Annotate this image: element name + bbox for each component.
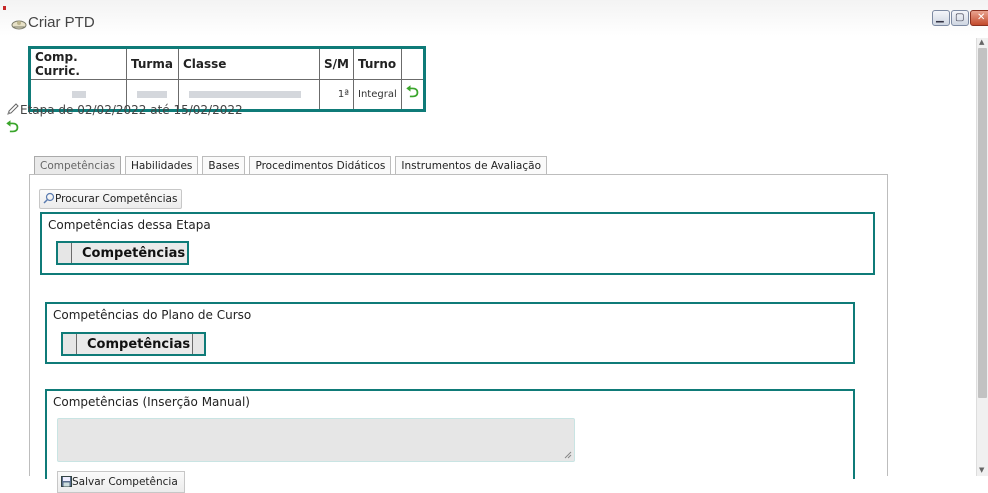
pencil-icon[interactable] <box>6 102 20 116</box>
competencias-header-label: Competências <box>77 334 193 354</box>
column-header: Turma <box>126 47 179 80</box>
minimize-icon[interactable]: ▁ <box>932 10 950 26</box>
tab-instrumentos-de-avaliacao[interactable]: Instrumentos de Avaliação <box>395 156 547 176</box>
column-header: Classe <box>178 47 320 80</box>
save-icon <box>61 476 72 487</box>
undo-icon[interactable]: ⮌ <box>6 116 19 143</box>
competencias-header-label: Competências <box>72 243 188 263</box>
window-marker <box>3 6 6 10</box>
header-checkbox-cell <box>58 243 72 263</box>
save-competencia-button[interactable]: Salvar Competência <box>57 471 185 493</box>
etapa-line: Etapa de 02/02/2022 até 15/02/2022 <box>6 102 243 117</box>
section-label: Competências (Inserção Manual) <box>53 395 250 409</box>
window-title: Criar PTD <box>28 14 95 31</box>
scroll-down-icon[interactable]: ▼ <box>979 466 984 474</box>
header-end-cell <box>192 334 205 354</box>
maximize-icon[interactable]: ▢ <box>951 10 969 26</box>
column-header: S/M <box>319 47 354 80</box>
search-icon <box>43 192 55 204</box>
section-competencias-manual: Competências (Inserção Manual) Salvar Co… <box>45 389 855 493</box>
manual-competencia-textarea[interactable] <box>57 418 575 462</box>
resize-grip-icon[interactable] <box>564 451 572 459</box>
undo-cell[interactable]: ⮌ <box>401 79 425 111</box>
search-competencias-button[interactable]: Procurar Competências <box>39 189 183 209</box>
window-titlebar: Criar PTD ▁ ▢ ✕ <box>0 0 988 36</box>
tab-competencias[interactable]: Competências <box>34 156 121 176</box>
tab-bar: Competências Habilidades Bases Procedime… <box>34 156 551 176</box>
table-header-row: Comp. Curric. Turma Classe S/M Turno <box>29 47 425 80</box>
section-label: Competências dessa Etapa <box>48 218 211 232</box>
window-app-icon <box>11 20 27 30</box>
header-checkbox-cell <box>63 334 77 354</box>
undo-icon[interactable]: ⮌ <box>406 82 419 101</box>
section-competencias-plano: Competências do Plano de Curso Competênc… <box>45 302 855 364</box>
column-header: Turno <box>353 47 402 80</box>
tab-habilidades[interactable]: Habilidades <box>124 156 199 176</box>
save-button-label: Salvar Competência <box>72 476 178 488</box>
vertical-scrollbar[interactable]: ▲ ▼ <box>976 38 988 476</box>
scroll-thumb[interactable] <box>978 48 987 398</box>
tab-bases[interactable]: Bases <box>202 156 246 176</box>
search-button-label: Procurar Competências <box>55 193 178 205</box>
turno-cell: Integral <box>353 79 402 111</box>
section-competencias-etapa: Competências dessa Etapa Competências <box>40 212 875 275</box>
competencias-table-header: Competências <box>61 332 207 356</box>
sm-cell: 1ª <box>319 79 354 111</box>
column-header: Comp. Curric. <box>29 47 127 80</box>
column-header <box>401 47 425 80</box>
close-icon[interactable]: ✕ <box>970 10 988 26</box>
tab-procedimentos-didaticos[interactable]: Procedimentos Didáticos <box>249 156 392 176</box>
scroll-up-icon[interactable]: ▲ <box>979 38 984 46</box>
etapa-text: Etapa de 02/02/2022 até 15/02/2022 <box>20 103 243 117</box>
competencias-table-header: Competências <box>56 241 190 265</box>
competencias-panel: Procurar Competências Competências dessa… <box>29 174 888 493</box>
window-controls: ▁ ▢ ✕ <box>932 10 988 26</box>
section-label: Competências do Plano de Curso <box>53 308 252 322</box>
